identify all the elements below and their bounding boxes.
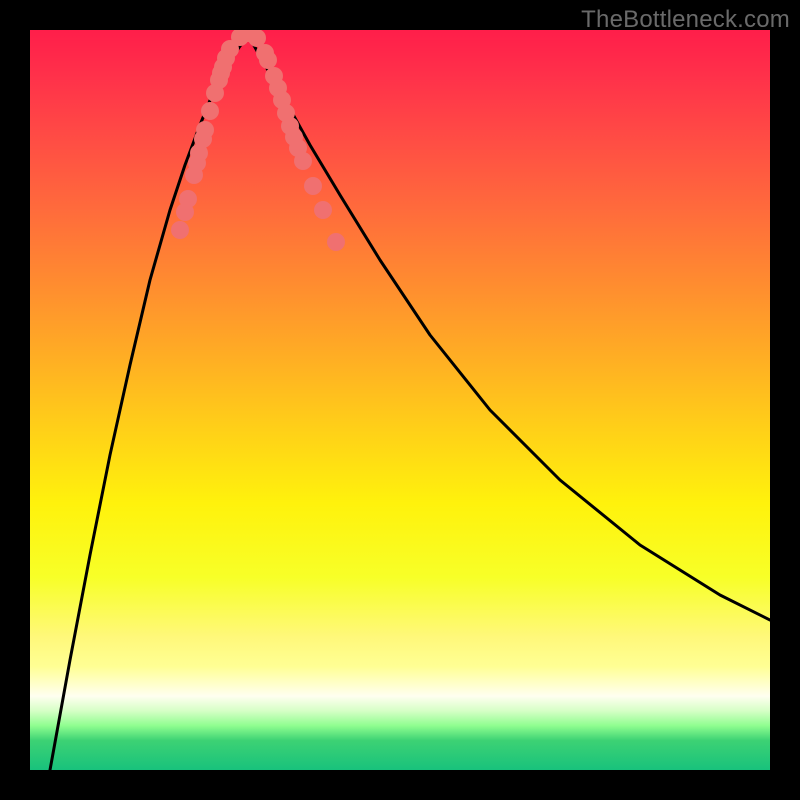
- dot-left-2: [179, 190, 197, 208]
- dot-right-10: [304, 177, 322, 195]
- curve-group: [50, 35, 770, 770]
- dot-left-8: [201, 102, 219, 120]
- dots-group: [171, 30, 345, 251]
- dot-left-7: [196, 121, 214, 139]
- dot-right-12: [327, 233, 345, 251]
- dot-right-9: [294, 152, 312, 170]
- dot-right-11: [314, 201, 332, 219]
- chart-frame: TheBottleneck.com: [0, 0, 800, 800]
- curve-left-branch: [50, 35, 248, 770]
- chart-svg: [30, 30, 770, 770]
- dot-right-1: [259, 51, 277, 69]
- dot-left-0: [171, 221, 189, 239]
- plot-area: [30, 30, 770, 770]
- curve-right-branch: [248, 35, 770, 620]
